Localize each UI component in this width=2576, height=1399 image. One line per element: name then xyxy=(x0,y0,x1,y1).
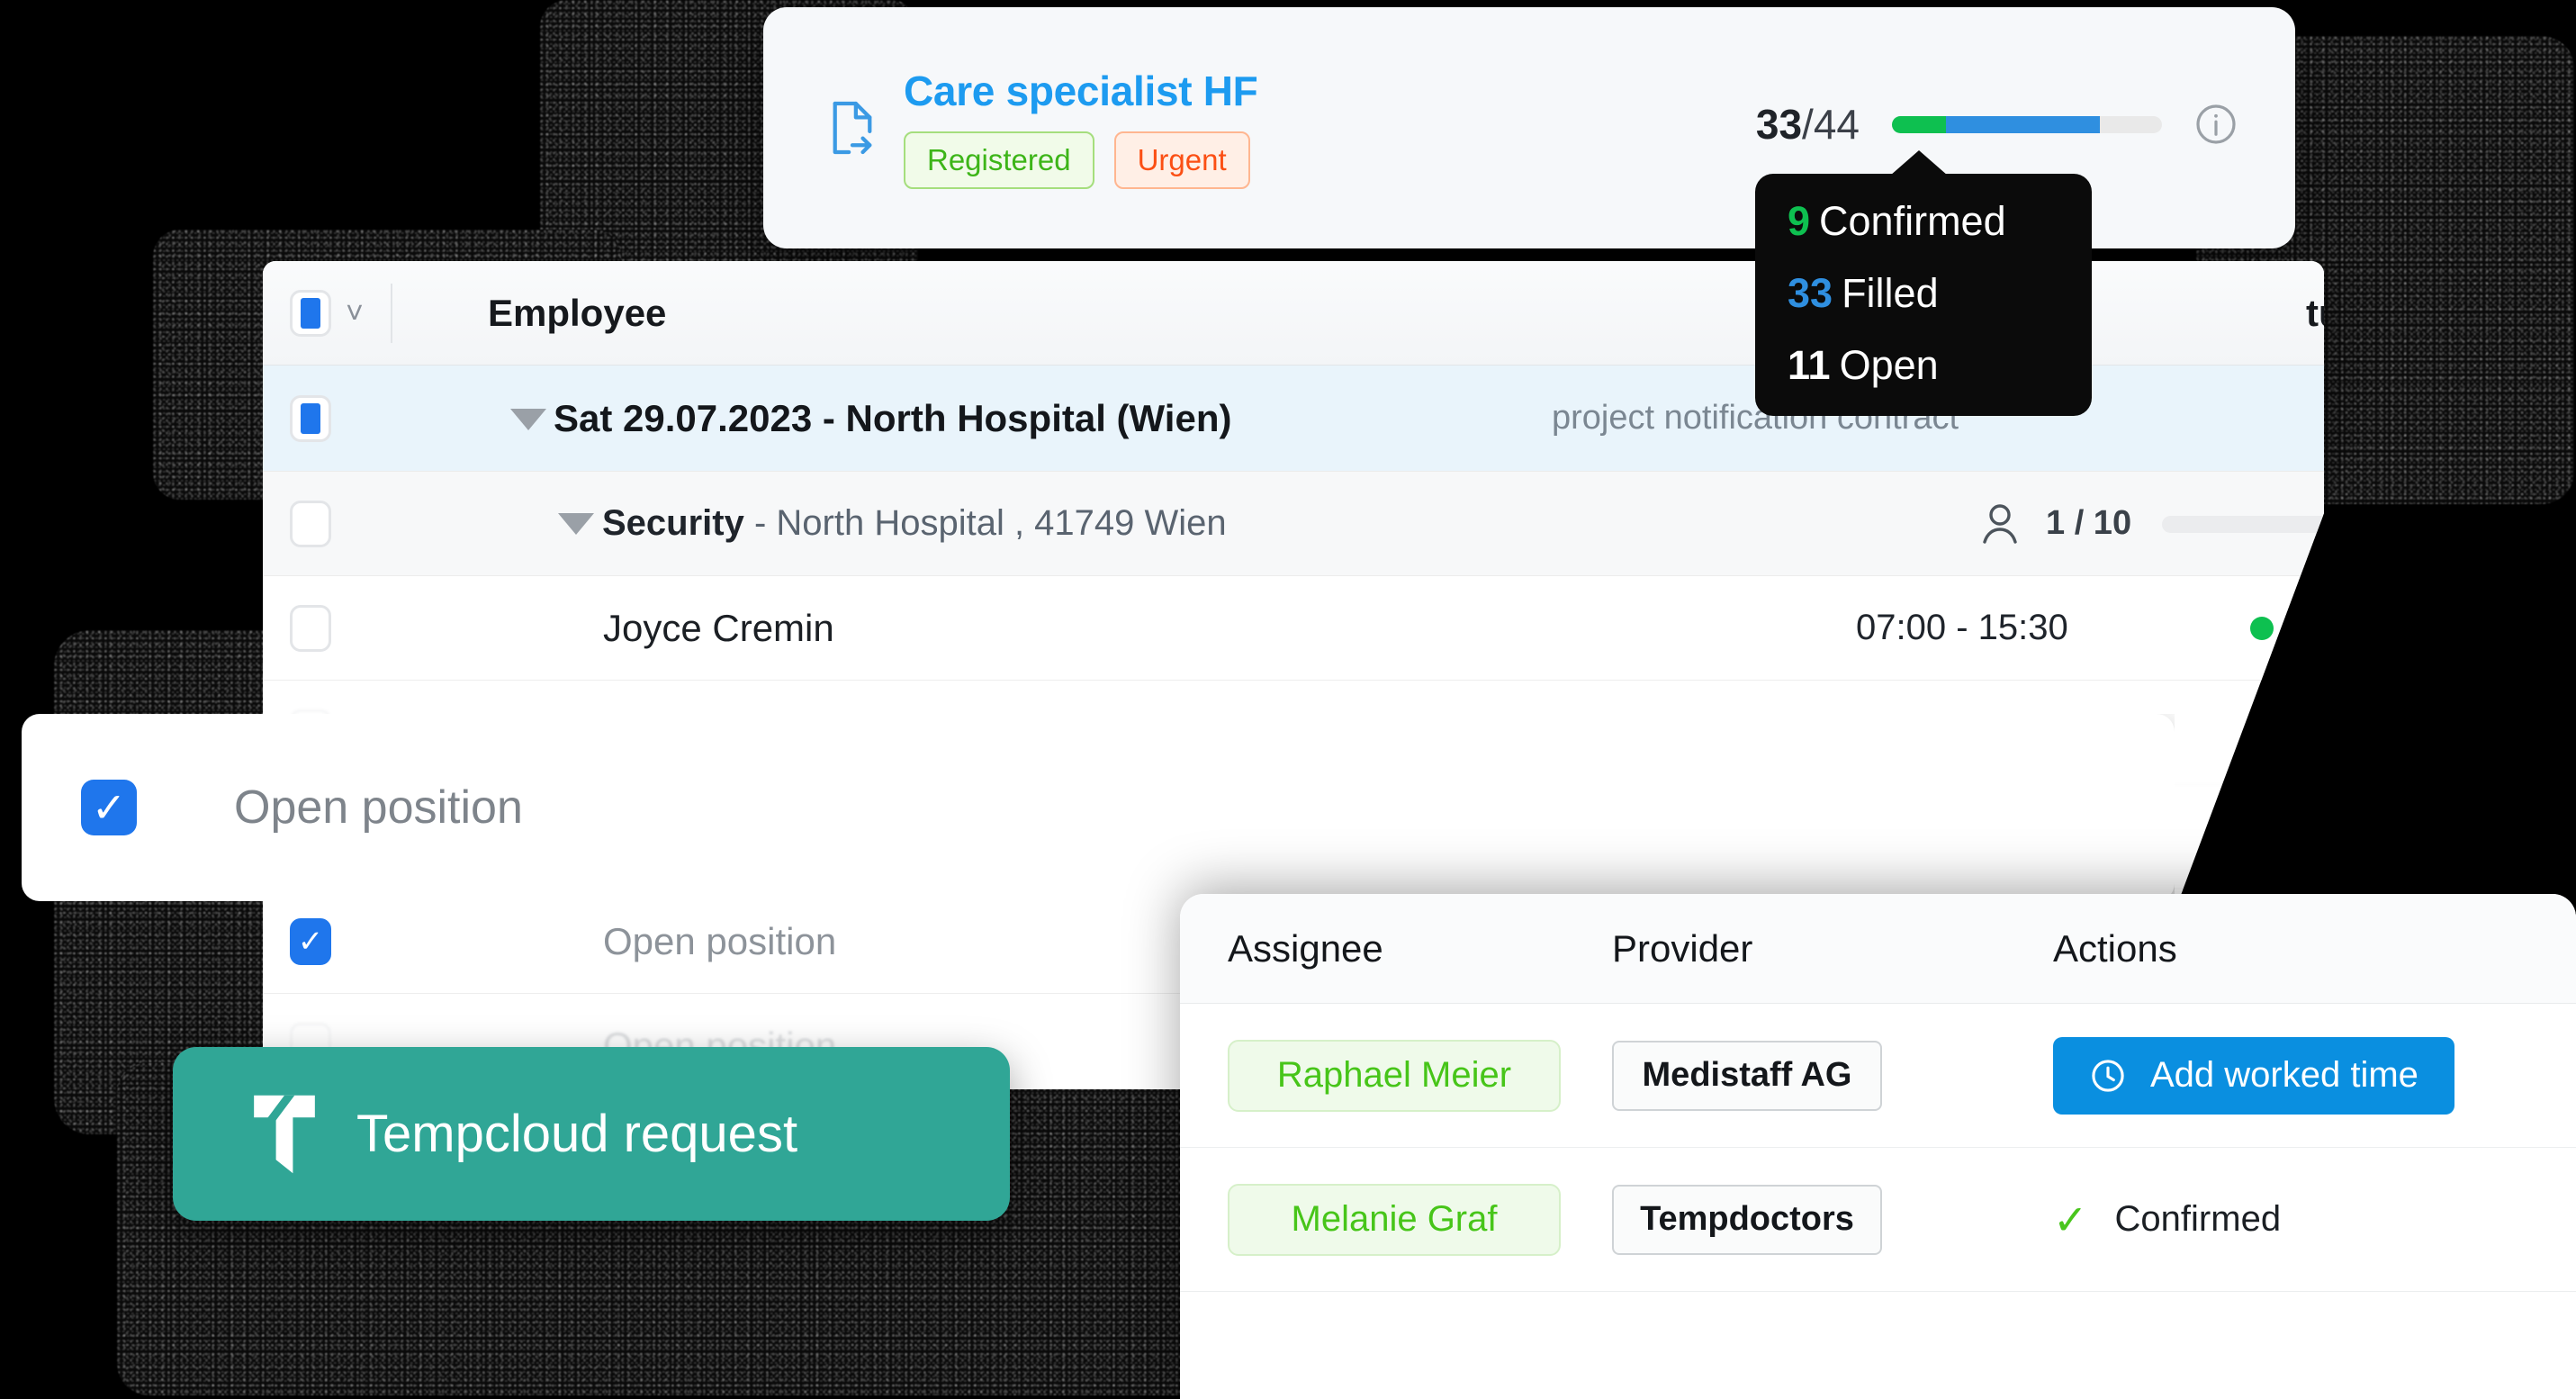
add-worked-time-button[interactable]: Add worked time xyxy=(2053,1037,2454,1115)
collapse-triangle-icon[interactable] xyxy=(558,513,594,535)
tempcloud-request-button[interactable]: Tempcloud request xyxy=(173,1047,1010,1221)
detail-provider-cell: Medistaff AG xyxy=(1612,1041,2053,1111)
group-progress-pill xyxy=(2162,516,2324,533)
status-badges: Registered Urgent xyxy=(904,131,1257,189)
group-staff-count: 1 / 10 xyxy=(2046,504,2131,543)
tooltip-filled-label: Filled xyxy=(1842,270,1939,316)
detail-assignee-cell: Raphael Meier xyxy=(1180,1040,1612,1112)
progress-segment-confirmed xyxy=(1892,116,1946,133)
clock-icon xyxy=(2089,1057,2127,1095)
group-row-title: Security - North Hospital , 41749 Wien xyxy=(602,503,1227,544)
status-dot-icon xyxy=(2250,617,2274,640)
status-badge: Confirme xyxy=(2250,608,2324,648)
row-status-label: Confirme xyxy=(2292,608,2324,648)
status-badge-registered[interactable]: Registered xyxy=(904,131,1094,189)
fill-summary: 33/44 xyxy=(1756,100,2238,156)
check-icon: ✓ xyxy=(2053,1199,2088,1241)
tooltip-row-open: 11Open xyxy=(1788,345,2092,385)
open-position-highlight-card[interactable]: ✓ Open position xyxy=(22,714,2175,901)
table-row[interactable]: Joyce Cremin 07:00 - 15:30 Confirme xyxy=(263,576,2324,681)
fill-ratio-total: /44 xyxy=(1802,101,1860,148)
fill-progress-bar xyxy=(1892,116,2162,133)
detail-header-row: Assignee Provider Actions xyxy=(1180,894,2576,1004)
tempcloud-request-label: Tempcloud request xyxy=(356,1104,797,1164)
job-summary-texts: Care specialist HF Registered Urgent xyxy=(904,67,1257,189)
tooltip-row-confirmed: 9Confirmed xyxy=(1788,201,2092,241)
tooltip-confirmed-count: 9 xyxy=(1788,198,1810,244)
row-checkbox[interactable]: ✓ xyxy=(290,918,331,965)
column-header-status[interactable]: tus xyxy=(2306,292,2324,335)
detail-action-cell: Add worked time xyxy=(2053,1037,2576,1115)
detail-provider-cell: Tempdoctors xyxy=(1612,1185,2053,1255)
provider-box[interactable]: Tempdoctors xyxy=(1612,1185,1882,1255)
screenshot-stage: Care specialist HF Registered Urgent 33/… xyxy=(0,0,2576,1399)
tooltip-open-label: Open xyxy=(1840,342,1939,388)
detail-assignee-cell: Melanie Graf xyxy=(1180,1184,1612,1256)
confirmed-status: ✓ Confirmed xyxy=(2053,1199,2281,1241)
status-badge-urgent[interactable]: Urgent xyxy=(1114,131,1250,189)
provider-box[interactable]: Medistaff AG xyxy=(1612,1041,1882,1111)
fill-breakdown-tooltip: 9Confirmed 33Filled 11Open xyxy=(1755,174,2092,416)
row-employee-name: Joyce Cremin xyxy=(603,607,834,650)
detail-column-header-provider[interactable]: Provider xyxy=(1612,927,2053,970)
assignee-pill[interactable]: Melanie Graf xyxy=(1228,1184,1561,1256)
detail-column-header-actions[interactable]: Actions xyxy=(2053,927,2576,970)
fill-ratio: 33/44 xyxy=(1756,100,1860,149)
page-title[interactable]: Care specialist HF xyxy=(904,67,1257,115)
tooltip-open-count: 11 xyxy=(1788,342,1831,388)
info-circle-icon[interactable] xyxy=(2194,103,2238,146)
group-row-checkbox[interactable] xyxy=(290,501,331,547)
group-row-separator: - xyxy=(744,503,777,543)
detail-action-cell: ✓ Confirmed xyxy=(2053,1199,2576,1241)
group-row-location: North Hospital , 41749 Wien xyxy=(776,503,1226,543)
position-group-row[interactable]: Security - North Hospital , 41749 Wien 1… xyxy=(263,472,2324,576)
tooltip-row-filled: 33Filled xyxy=(1788,273,2092,313)
select-all-checkbox[interactable] xyxy=(290,290,331,337)
collapse-triangle-icon[interactable] xyxy=(510,409,546,430)
detail-row[interactable]: Raphael Meier Medistaff AG Add worked ti… xyxy=(1180,1004,2576,1148)
tempcloud-t-logo-icon xyxy=(250,1092,319,1177)
tooltip-filled-count: 33 xyxy=(1788,270,1833,316)
progress-segment-filled xyxy=(1946,116,2100,133)
assignee-pill[interactable]: Raphael Meier xyxy=(1228,1040,1561,1112)
row-checkbox[interactable] xyxy=(290,605,331,652)
fill-ratio-filled: 33 xyxy=(1756,101,1802,148)
row-employee-name: Open position xyxy=(603,920,836,963)
chevron-down-icon[interactable]: ˅ xyxy=(346,298,364,329)
header-divider xyxy=(391,284,392,343)
add-worked-time-label: Add worked time xyxy=(2150,1055,2418,1096)
tooltip-arrow xyxy=(1890,150,1948,176)
row-time: 07:00 - 15:30 xyxy=(1856,608,2068,648)
assignment-detail-card: Assignee Provider Actions Raphael Meier … xyxy=(1180,894,2576,1399)
open-position-label: Open position xyxy=(234,781,523,835)
day-row-title: Sat 29.07.2023 - North Hospital (Wien) xyxy=(554,397,1231,440)
confirmed-label: Confirmed xyxy=(2115,1199,2282,1240)
tooltip-confirmed-label: Confirmed xyxy=(1819,198,2006,244)
document-export-icon xyxy=(828,100,877,156)
detail-column-header-assignee[interactable]: Assignee xyxy=(1180,927,1612,970)
open-position-checkbox[interactable]: ✓ xyxy=(81,780,137,835)
person-icon xyxy=(1980,502,2020,546)
group-row-name: Security xyxy=(602,503,744,543)
day-row-checkbox[interactable] xyxy=(290,395,331,442)
detail-row[interactable]: Melanie Graf Tempdoctors ✓ Confirmed xyxy=(1180,1148,2576,1292)
column-header-employee[interactable]: Employee xyxy=(488,292,666,335)
